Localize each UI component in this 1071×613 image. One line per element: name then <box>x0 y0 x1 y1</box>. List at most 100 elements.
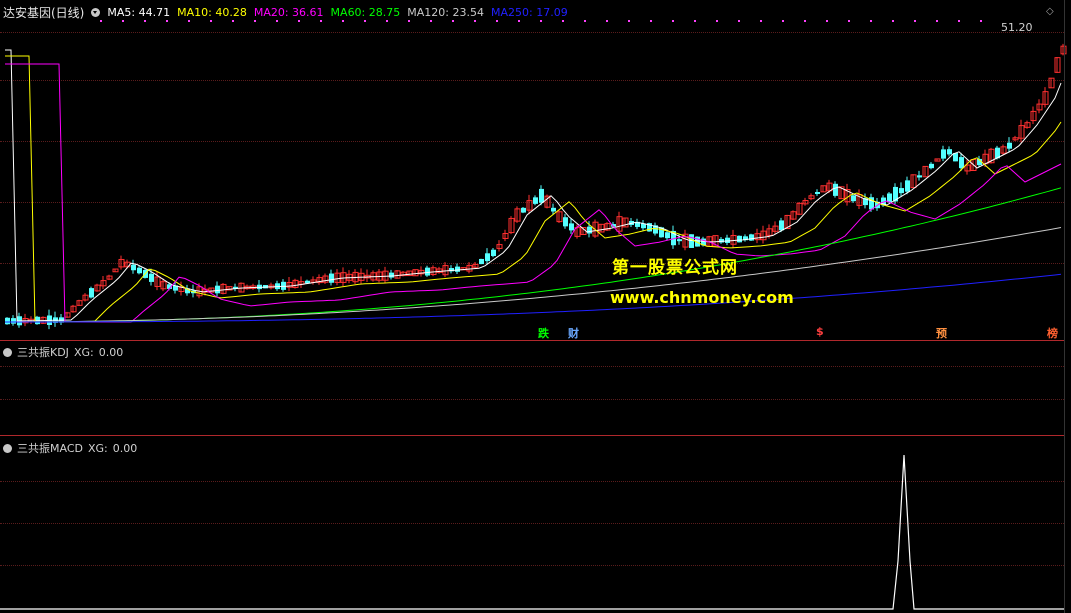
signal-dot <box>144 20 146 22</box>
price-chart-pane[interactable]: 达安基因(日线) MA5: 44.71 MA10: 40.28 MA20: 36… <box>0 0 1071 340</box>
kdj-legend: 三共振KDJ XG: 0.00 <box>3 344 123 360</box>
candle-body <box>851 195 856 202</box>
signal-marker[interactable]: $ <box>816 325 824 338</box>
price-legend: 达安基因(日线) MA5: 44.71 MA10: 40.28 MA20: 36… <box>3 4 568 20</box>
signal-dot <box>760 20 762 22</box>
signal-marker[interactable]: 财 <box>568 325 579 341</box>
ma60-readout: MA60: 28.75 <box>330 5 401 19</box>
ma120-readout: MA120: 23.54 <box>407 5 484 19</box>
candle-body <box>131 264 136 271</box>
kdj-xg-label: XG: <box>73 345 94 359</box>
candle-body <box>947 149 952 155</box>
macd-indicator-pane[interactable]: 三共振MACD XG: 0.00 <box>0 437 1071 613</box>
candle-body <box>689 234 694 248</box>
signal-dot <box>562 20 564 22</box>
signal-dot <box>650 20 652 22</box>
macd-legend: 三共振MACD XG: 0.00 <box>3 440 137 456</box>
dropdown-toggle-icon[interactable] <box>91 7 101 17</box>
candle-body <box>425 267 430 276</box>
signal-dot <box>738 20 740 22</box>
candle-body <box>215 285 220 294</box>
signal-dot <box>452 20 454 22</box>
candle-body <box>455 266 460 272</box>
ma10-readout: MA10: 40.28 <box>177 5 247 19</box>
candle-body <box>587 226 592 234</box>
candle-body <box>1007 142 1012 149</box>
candle-body <box>737 235 742 243</box>
candle-body <box>749 234 754 241</box>
signal-marker[interactable]: 跌 <box>538 325 549 341</box>
signal-dot <box>188 20 190 22</box>
watermark-url: www.chnmoney.com <box>610 288 794 307</box>
candle-body <box>539 188 544 203</box>
signal-dot <box>584 20 586 22</box>
candle-body <box>5 317 10 325</box>
signal-dot <box>298 20 300 22</box>
candle-body <box>953 153 958 162</box>
signal-dot <box>320 20 322 22</box>
signal-dot <box>540 20 542 22</box>
signal-marker[interactable]: 预 <box>936 325 947 341</box>
xg-signal-line <box>0 454 1064 610</box>
signal-dot <box>892 20 894 22</box>
signal-dot <box>210 20 212 22</box>
signal-dot <box>672 20 674 22</box>
candle-body <box>479 258 484 265</box>
dropdown-toggle-icon[interactable] <box>3 443 12 453</box>
signal-dot <box>430 20 432 22</box>
signal-marker[interactable]: 榜 <box>1047 325 1058 341</box>
signal-dot <box>166 20 168 22</box>
candle-body <box>389 272 394 278</box>
macd-label: 三共振MACD <box>17 442 83 455</box>
candle-body <box>779 220 784 231</box>
candle-body <box>329 273 334 283</box>
signal-dot <box>408 20 410 22</box>
candle-body <box>959 157 964 169</box>
pane-separator[interactable] <box>0 435 1064 436</box>
kdj-xg-value: 0.00 <box>98 345 124 359</box>
dropdown-toggle-icon[interactable] <box>3 347 12 357</box>
high-price-label: 51.20 <box>1001 21 1033 34</box>
signal-dot <box>980 20 982 22</box>
candle-body <box>137 267 142 274</box>
macd-xg-label: XG: <box>87 441 108 455</box>
signal-dot <box>474 20 476 22</box>
signal-dot <box>826 20 828 22</box>
candle-body <box>491 249 496 257</box>
signal-dot <box>848 20 850 22</box>
ma20-readout: MA20: 36.61 <box>253 5 324 19</box>
signal-dot <box>870 20 872 22</box>
signal-dot <box>496 20 498 22</box>
signal-dot <box>716 20 718 22</box>
macd-xg-value: 0.00 <box>112 441 138 455</box>
candle-body <box>899 188 904 194</box>
stock-title: 达安基因(日线) <box>3 5 85 20</box>
signal-dot <box>628 20 630 22</box>
signal-dot <box>606 20 608 22</box>
candle-body <box>833 183 838 196</box>
candle-body <box>941 149 946 159</box>
kdj-label: 三共振KDJ <box>17 346 69 359</box>
candle-body <box>563 217 568 227</box>
signal-dot <box>122 20 124 22</box>
candle-body <box>569 223 574 231</box>
signal-dot <box>232 20 234 22</box>
signal-dot <box>276 20 278 22</box>
candle-body <box>905 180 910 192</box>
candle-body <box>917 175 922 178</box>
kdj-indicator-pane[interactable]: 三共振KDJ XG: 0.00 <box>0 341 1071 435</box>
signal-dot <box>804 20 806 22</box>
signal-dot <box>254 20 256 22</box>
macd-xg-line-chart <box>0 454 1064 610</box>
candlestick-chart[interactable] <box>0 0 1071 340</box>
signal-dot <box>782 20 784 22</box>
signal-dot <box>914 20 916 22</box>
candle-body <box>815 191 820 195</box>
signal-dot <box>694 20 696 22</box>
candle-body <box>929 163 934 169</box>
signal-dot <box>364 20 366 22</box>
candle-body <box>11 318 16 324</box>
candle-body <box>533 197 538 204</box>
ma250-readout: MA250: 17.09 <box>490 5 568 19</box>
scroll-up-icon[interactable]: ◇ <box>1046 6 1054 17</box>
